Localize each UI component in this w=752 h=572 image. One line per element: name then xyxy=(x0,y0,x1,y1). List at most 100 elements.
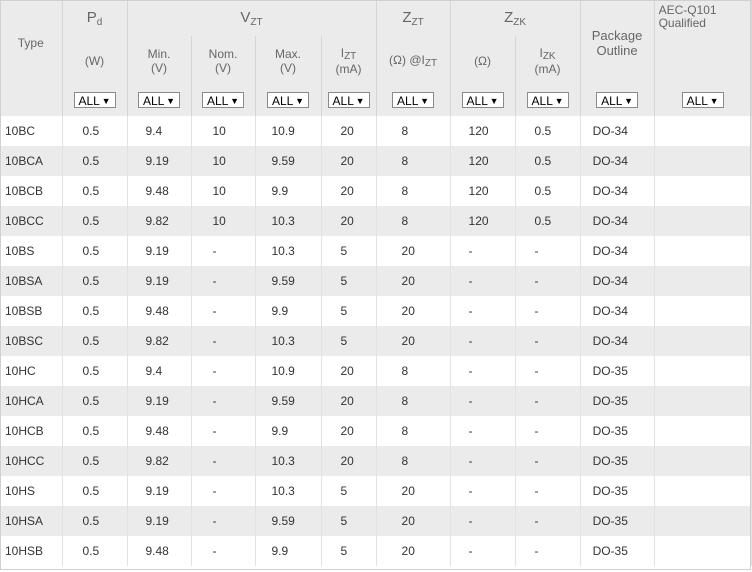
cell-zzk: - xyxy=(450,536,516,566)
cell-zzt: 20 xyxy=(376,476,451,506)
header-aec: AEC-Q101 Qualified xyxy=(654,0,752,86)
table-row: 10BCA 0.5 9.19 10 9.59 20 8 120 0.5 DO-34 xyxy=(0,146,752,176)
dropdown-arrow-icon: ▼ xyxy=(624,96,634,106)
cell-package: DO-34 xyxy=(580,206,655,236)
cell-package: DO-34 xyxy=(580,176,655,206)
cell-zzk: - xyxy=(450,326,516,356)
cell-pd: 0.5 xyxy=(62,416,128,446)
cell-vzt-max: 10.3 xyxy=(255,326,322,356)
header-zzk: ZZK xyxy=(450,0,581,36)
table-row: 10HSA 0.5 9.19-9.59 5 20- - DO-35 xyxy=(0,506,752,536)
cell-zzt: 20 xyxy=(376,326,451,356)
cell-zzt: 8 xyxy=(376,116,451,146)
header-zzk-unit: (Ω) xyxy=(450,36,516,86)
table-row: 10HCB 0.5 9.48-9.9 20 8- - DO-35 xyxy=(0,416,752,446)
filter-zzt-select[interactable]: ALL ▼ xyxy=(392,92,435,108)
cell-vzt-max: 10.9 xyxy=(255,356,322,386)
cell-zzt: 20 xyxy=(376,236,451,266)
cell-type: 10HSA xyxy=(0,506,63,536)
cell-vzt-nom: 10 xyxy=(191,206,256,236)
cell-aec xyxy=(654,116,752,146)
table-row: 10BCB 0.5 9.48 10 9.9 20 8 120 0.5 DO-34 xyxy=(0,176,752,206)
cell-izk: - xyxy=(515,236,581,266)
cell-zzk: - xyxy=(450,236,516,266)
cell-vzt-min: 9.19 xyxy=(127,386,192,416)
cell-vzt-max: 10.9 xyxy=(255,116,322,146)
cell-zzk: 120 xyxy=(450,176,516,206)
filter-izk-select[interactable]: ALL ▼ xyxy=(526,92,569,108)
header-type: Type xyxy=(0,0,63,86)
cell-izt: 5 xyxy=(321,476,377,506)
cell-zzk: - xyxy=(450,386,516,416)
cell-izt: 20 xyxy=(321,416,377,446)
table-row: 10BSB 0.5 9.48-9.9 5 20- - DO-34 xyxy=(0,296,752,326)
filter-min-select[interactable]: ALL ▼ xyxy=(138,92,180,108)
cell-vzt-min: 9.82 xyxy=(127,446,192,476)
cell-aec xyxy=(654,536,752,566)
cell-type: 10HSB xyxy=(0,536,63,566)
cell-aec xyxy=(654,446,752,476)
cell-pd: 0.5 xyxy=(62,236,128,266)
cell-vzt-max: 9.9 xyxy=(255,536,322,566)
cell-aec xyxy=(654,476,752,506)
dropdown-arrow-icon: ▼ xyxy=(230,96,239,106)
cell-vzt-min: 9.4 xyxy=(127,356,192,386)
cell-package: DO-34 xyxy=(580,326,655,356)
cell-package: DO-35 xyxy=(580,506,655,536)
filter-nom-select[interactable]: ALL ▼ xyxy=(202,92,244,108)
cell-zzk: - xyxy=(450,356,516,386)
table-row: 10BS 0.5 9.19-10.3 5 20- - DO-34 xyxy=(0,236,752,266)
filter-package-select[interactable]: ALL ▼ xyxy=(596,92,639,108)
cell-aec xyxy=(654,416,752,446)
filter-aec-select[interactable]: ALL ▼ xyxy=(681,92,724,108)
cell-zzt: 20 xyxy=(376,506,451,536)
cell-izk: 0.5 xyxy=(515,116,581,146)
cell-zzk: - xyxy=(450,416,516,446)
cell-vzt-nom: - xyxy=(191,386,256,416)
cell-type: 10HS xyxy=(0,476,63,506)
filter-izt-select[interactable]: ALL ▼ xyxy=(327,92,370,108)
cell-vzt-nom: - xyxy=(191,506,256,536)
header-pd-unit: (W) xyxy=(62,36,128,86)
table-row: 10BCC 0.5 9.82 10 10.3 20 8 120 0.5 DO-34 xyxy=(0,206,752,236)
dropdown-arrow-icon: ▼ xyxy=(295,96,304,106)
cell-zzt: 20 xyxy=(376,266,451,296)
zener-diode-table: Type Pd VZT ZZT ZZK Package Outline AEC-… xyxy=(0,0,752,566)
filter-pd-select[interactable]: ALL ▼ xyxy=(73,92,116,108)
cell-type: 10BS xyxy=(0,236,63,266)
table-row: 10HC 0.5 9.4-10.9 20 8- - DO-35 xyxy=(0,356,752,386)
cell-vzt-max: 9.59 xyxy=(255,506,322,536)
cell-aec xyxy=(654,506,752,536)
cell-zzt: 8 xyxy=(376,146,451,176)
cell-type: 10BCB xyxy=(0,176,63,206)
cell-izk: - xyxy=(515,326,581,356)
cell-vzt-max: 9.9 xyxy=(255,416,322,446)
cell-vzt-nom: - xyxy=(191,476,256,506)
cell-aec xyxy=(654,326,752,356)
filter-zzk-select[interactable]: ALL ▼ xyxy=(461,92,504,108)
cell-vzt-nom: - xyxy=(191,416,256,446)
cell-izk: - xyxy=(515,506,581,536)
cell-vzt-nom: - xyxy=(191,266,256,296)
dropdown-arrow-icon: ▼ xyxy=(355,96,365,106)
header-zzt-unit: (Ω) @IZT xyxy=(376,36,451,86)
cell-type: 10BSC xyxy=(0,326,63,356)
cell-izt: 5 xyxy=(321,236,377,266)
cell-aec xyxy=(654,386,752,416)
cell-izt: 5 xyxy=(321,536,377,566)
dropdown-arrow-icon: ▼ xyxy=(554,96,564,106)
cell-zzt: 8 xyxy=(376,206,451,236)
filter-max-select[interactable]: ALL ▼ xyxy=(267,92,309,108)
cell-vzt-min: 9.48 xyxy=(127,176,192,206)
header-nom: Nom. (V) xyxy=(191,36,256,86)
table-row: 10BSC 0.5 9.82-10.3 5 20- - DO-34 xyxy=(0,326,752,356)
cell-zzt: 8 xyxy=(376,416,451,446)
cell-vzt-min: 9.48 xyxy=(127,536,192,566)
cell-izk: - xyxy=(515,386,581,416)
cell-vzt-nom: - xyxy=(191,356,256,386)
cell-izt: 5 xyxy=(321,266,377,296)
cell-izt: 20 xyxy=(321,386,377,416)
cell-zzk: - xyxy=(450,446,516,476)
cell-package: DO-34 xyxy=(580,236,655,266)
cell-aec xyxy=(654,176,752,206)
